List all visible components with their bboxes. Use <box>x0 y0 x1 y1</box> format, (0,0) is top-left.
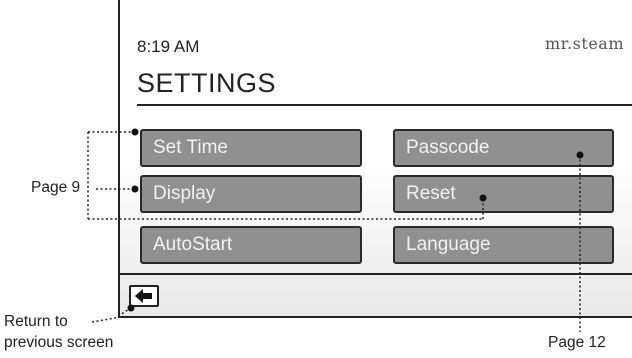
page-12-callout: Page 12 <box>548 334 606 351</box>
return-callout-line1: Return to <box>4 313 68 330</box>
page-9-callout: Page 9 <box>31 179 81 196</box>
return-callout-line2: previous screen <box>4 334 114 351</box>
annotation-lines <box>87 128 584 332</box>
